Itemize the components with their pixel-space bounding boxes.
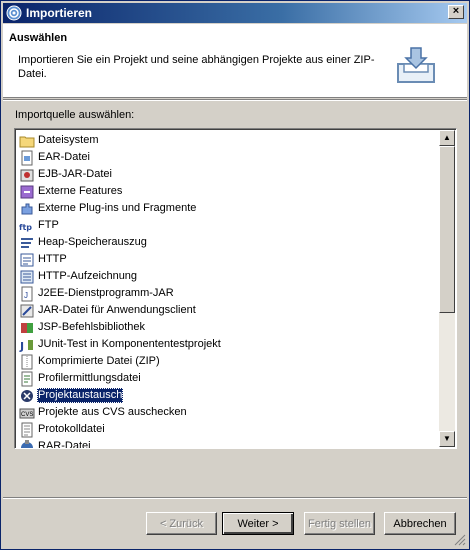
close-button[interactable]: × <box>448 5 464 19</box>
list-item-label: Projektaustausch <box>37 388 124 403</box>
http-icon <box>20 253 34 266</box>
log-file-icon <box>21 422 33 437</box>
eclipse-icon <box>6 5 22 21</box>
project-interchange-icon <box>21 389 33 402</box>
list-item-label: EJB-JAR-Datei <box>38 168 112 180</box>
list-item[interactable]: HTTP-Aufzeichnung <box>19 268 437 285</box>
list-item-label: EAR-Datei <box>38 151 90 163</box>
list-item-label: Externe Plug-ins und Fragmente <box>38 202 197 214</box>
page-title: Auswählen <box>9 32 68 44</box>
http-recording-icon <box>20 270 34 283</box>
junit-icon: J <box>19 339 33 353</box>
back-button[interactable]: < Zurück <box>146 512 217 535</box>
feature-icon <box>20 185 34 198</box>
window-title: Importieren <box>26 6 93 20</box>
list-item[interactable]: J JUnit-Test in Komponententestprojekt <box>19 336 437 353</box>
title-bar[interactable]: Importieren × <box>3 3 467 23</box>
next-button[interactable]: Weiter > <box>222 512 294 535</box>
list-item-label: J2EE-Dienstprogramm-JAR <box>38 287 174 299</box>
list-item-label: Protokolldatei <box>38 423 105 435</box>
scroll-down-button[interactable]: ▼ <box>439 431 455 447</box>
list-item-label: Dateisystem <box>38 134 99 146</box>
list-item-label: Komprimierte Datei (ZIP) <box>38 355 160 367</box>
button-separator <box>3 497 467 499</box>
ear-file-icon <box>21 150 33 165</box>
header-separator <box>3 99 467 101</box>
vertical-scrollbar[interactable]: ▲ ▼ <box>439 130 455 447</box>
list-item-label: HTTP <box>38 253 67 265</box>
svg-text:J: J <box>19 340 24 353</box>
list-item[interactable]: J J2EE-Dienstprogramm-JAR <box>19 285 437 302</box>
list-item[interactable]: Externe Features <box>19 183 437 200</box>
list-item-label: RAR-Datei <box>38 440 91 449</box>
jar-icon: J <box>21 286 33 301</box>
list-item-label: JSP-Befehlsbibliothek <box>38 321 146 333</box>
import-tray-icon <box>397 47 435 83</box>
list-item[interactable]: EAR-Datei <box>19 149 437 166</box>
list-item[interactable]: RAR-Datei <box>19 438 437 449</box>
list-item[interactable]: Projektaustausch <box>19 387 437 404</box>
heap-dump-icon <box>21 237 33 248</box>
plugin-icon <box>21 203 33 214</box>
svg-text:CVS: CVS <box>21 412 33 418</box>
source-list-label: Importquelle auswählen: <box>15 109 135 121</box>
list-item-label: HTTP-Aufzeichnung <box>38 270 138 282</box>
list-item-label: FTP <box>38 219 59 231</box>
scroll-up-button[interactable]: ▲ <box>439 130 455 146</box>
list-item[interactable]: Profilermittlungsdatei <box>19 370 437 387</box>
list-item-label: Heap-Speicherauszug <box>38 236 147 248</box>
import-dialog: Importieren × Auswählen Importieren Sie … <box>0 0 470 550</box>
list-item[interactable]: CVS Projekte aus CVS auschecken <box>19 404 437 421</box>
cancel-button[interactable]: Abbrechen <box>384 512 456 535</box>
profile-file-icon <box>21 371 33 386</box>
list-item-label: JAR-Datei für Anwendungsclient <box>38 304 196 316</box>
scroll-thumb[interactable] <box>439 146 455 313</box>
list-item[interactable]: Komprimierte Datei (ZIP) <box>19 353 437 370</box>
list-item-label: JUnit-Test in Komponententestprojekt <box>38 338 221 350</box>
wizard-header: Auswählen Importieren Sie ein Projekt un… <box>3 24 467 98</box>
list-item-label: Profilermittlungsdatei <box>38 372 141 384</box>
finish-button[interactable]: Fertig stellen <box>304 512 375 535</box>
ftp-icon: ftp <box>19 223 32 232</box>
zip-icon <box>21 354 33 369</box>
page-description: Importieren Sie ein Projekt und seine ab… <box>18 54 375 80</box>
jsp-taglib-icon <box>21 322 33 333</box>
rar-file-icon <box>21 439 33 448</box>
cvs-icon: CVS <box>19 408 35 418</box>
import-source-list[interactable]: Dateisystem EAR-Datei EJB-JAR-Datei Externe… <box>14 128 457 449</box>
list-item[interactable]: Protokolldatei <box>19 421 437 438</box>
list-item[interactable]: Dateisystem <box>19 132 437 149</box>
list-item-label: Externe Features <box>38 185 123 197</box>
svg-text:J: J <box>24 291 28 300</box>
list-item[interactable]: ftp FTP <box>19 217 437 234</box>
app-client-jar-icon <box>20 304 34 317</box>
list-item[interactable]: HTTP <box>19 251 437 268</box>
svg-text:ftp: ftp <box>19 223 32 232</box>
ejb-jar-icon <box>20 169 34 181</box>
list-item[interactable]: Externe Plug-ins und Fragmente <box>19 200 437 217</box>
list-item[interactable]: EJB-JAR-Datei <box>19 166 437 183</box>
list-item[interactable]: JAR-Datei für Anwendungsclient <box>19 302 437 319</box>
list-item[interactable]: JSP-Befehlsbibliothek <box>19 319 437 336</box>
resize-grip-icon[interactable] <box>454 534 466 546</box>
folder-icon <box>19 136 35 147</box>
list-item[interactable]: Heap-Speicherauszug <box>19 234 437 251</box>
list-item-label: Projekte aus CVS auschecken <box>38 406 187 418</box>
